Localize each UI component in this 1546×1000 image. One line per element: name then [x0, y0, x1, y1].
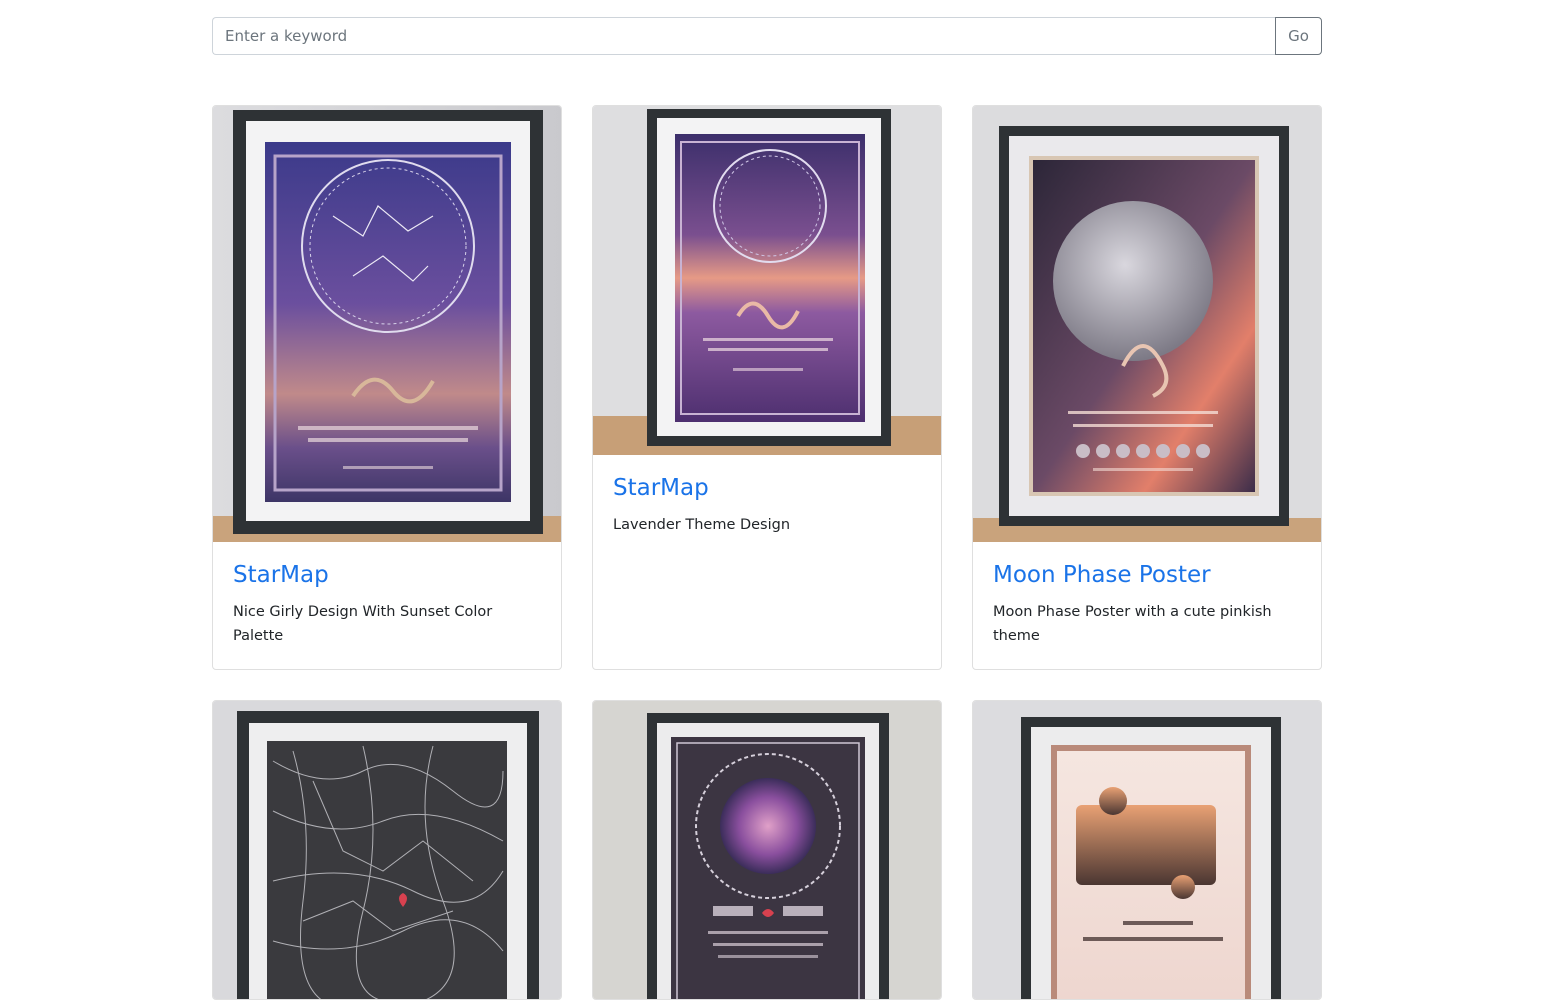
go-button[interactable]: Go: [1275, 17, 1322, 55]
product-image[interactable]: [593, 106, 941, 455]
card-body: StarMap Nice Girly Design With Sunset Co…: [213, 542, 561, 648]
card-description: Moon Phase Poster with a cute pinkish th…: [993, 603, 1272, 644]
product-card[interactable]: Moon Phase Poster Moon Phase Poster with…: [972, 105, 1322, 670]
product-image[interactable]: [213, 106, 561, 542]
product-card[interactable]: StarMap Lavender Theme Design: [592, 105, 942, 670]
card-title[interactable]: StarMap: [613, 475, 921, 503]
product-image[interactable]: [593, 701, 941, 999]
search-input[interactable]: [212, 17, 1275, 55]
card-description: Lavender Theme Design: [613, 516, 791, 533]
product-card[interactable]: [592, 700, 942, 1000]
product-card[interactable]: [972, 700, 1322, 1000]
product-image[interactable]: [973, 106, 1321, 542]
product-card[interactable]: StarMap Nice Girly Design With Sunset Co…: [212, 105, 562, 670]
search-bar: Go: [212, 17, 1322, 55]
card-description: Nice Girly Design With Sunset Color Pale…: [233, 603, 493, 644]
card-body: Moon Phase Poster Moon Phase Poster with…: [973, 542, 1321, 648]
product-image[interactable]: [213, 701, 561, 999]
card-title[interactable]: Moon Phase Poster: [993, 562, 1301, 590]
card-body: StarMap Lavender Theme Design: [593, 455, 941, 537]
card-title[interactable]: StarMap: [233, 562, 541, 590]
product-image[interactable]: [973, 701, 1321, 999]
product-card[interactable]: [212, 700, 562, 1000]
